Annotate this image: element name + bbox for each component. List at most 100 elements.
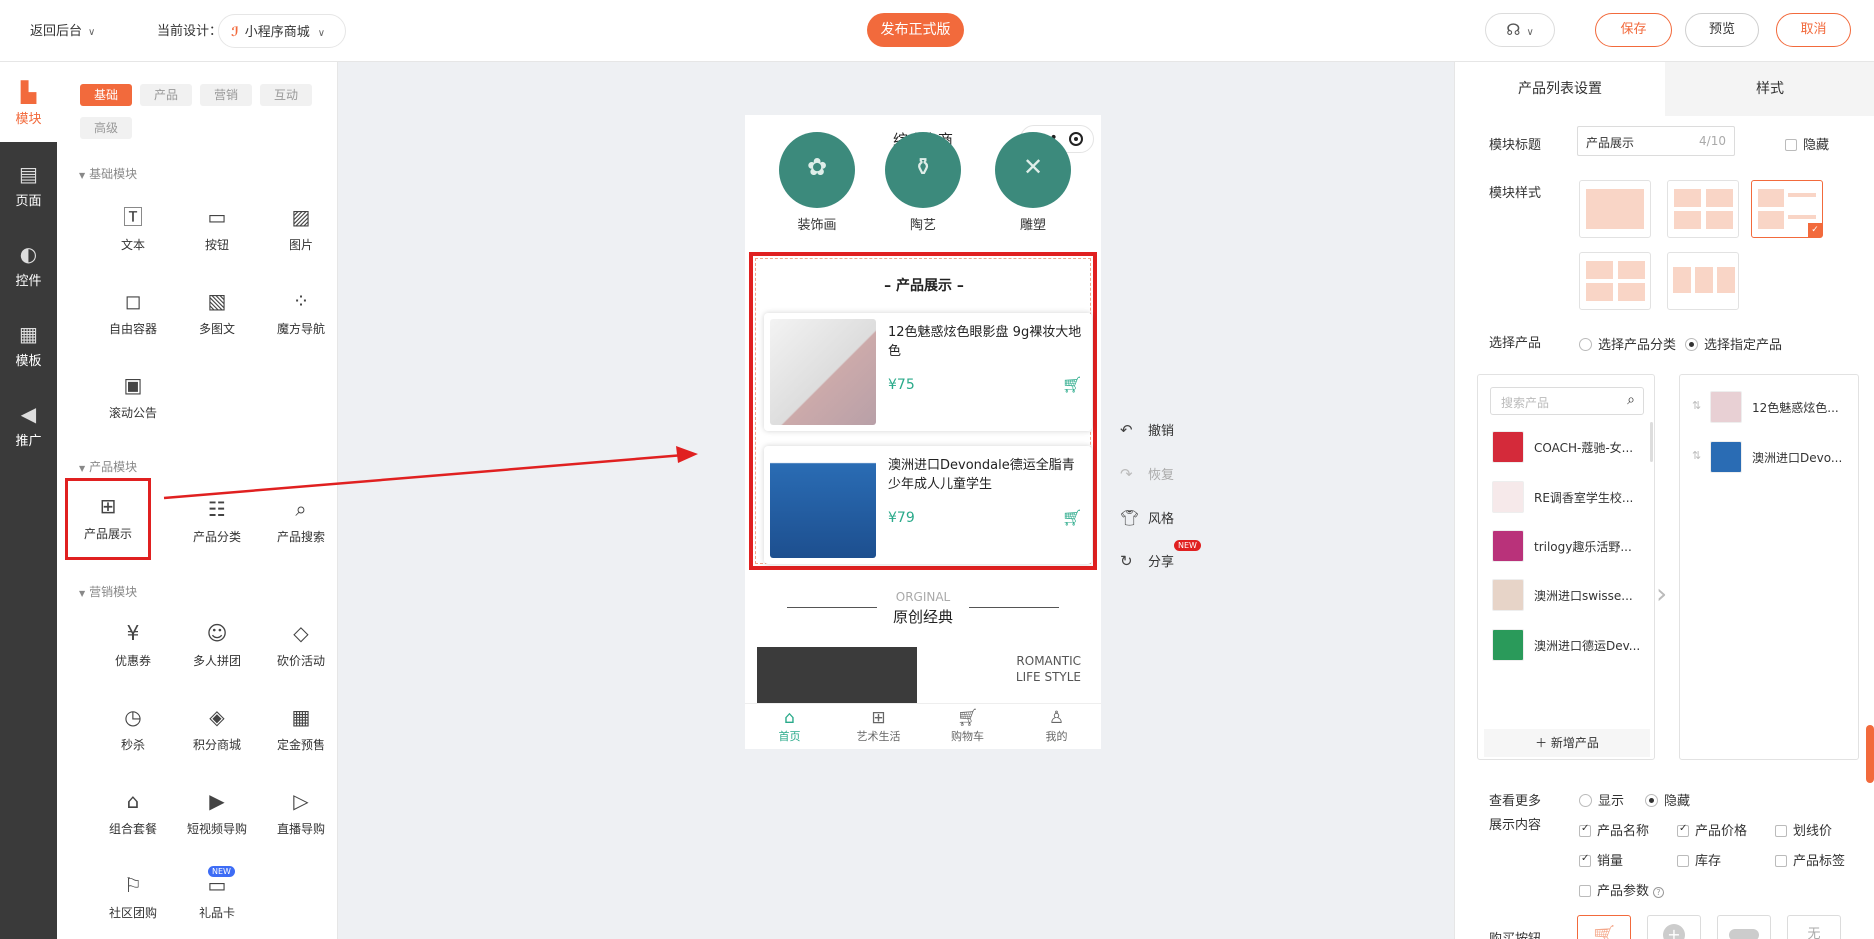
style-option-list[interactable]: ✓ [1751,180,1823,238]
panel-scrollbar[interactable] [1866,725,1874,783]
module-bargain[interactable]: ◇ 砍价活动 [261,620,341,669]
list-item[interactable]: RE调香室学生校... [1492,477,1652,517]
module-title-input[interactable]: 产品展示 4/10 [1577,126,1735,156]
section-title: 基础模块 [89,167,138,181]
module-magic-nav[interactable]: ⁘ 魔方导航 [261,288,341,337]
tab-mine[interactable]: ♙ 我的 [1012,708,1101,744]
module-gift-card[interactable]: ▭ 礼品卡 [177,872,257,921]
tab-product-list-settings[interactable]: 产品列表设置 [1455,62,1665,116]
section-title: 营销模块 [89,585,138,599]
tab-art-life[interactable]: ⊞ 艺术生活 [834,708,923,744]
product-search-input[interactable]: 搜索产品 ⌕ [1490,387,1644,415]
radio-select-by-category[interactable]: 选择产品分类 [1579,334,1676,353]
tab-marketing[interactable]: 营销 [200,84,252,106]
nav-item-templates[interactable]: ▦ 模板 [0,322,57,369]
chevron-right-icon[interactable]: › [1656,577,1667,610]
drag-handle-icon[interactable]: ⇅ [1692,399,1701,412]
module-group-buy[interactable]: ☺ 多人拼团 [177,620,257,669]
style-option-big-image[interactable] [1579,180,1651,238]
publish-button[interactable]: 发布正式版 [867,13,964,47]
support-dropdown[interactable]: ☊ ∨ [1485,13,1555,47]
product-display-section[interactable]: – 产品展示 – 12色魅惑炫色眼影盘 9g裸妆大地色 ¥75 🛒︎ 澳洲进口D… [749,252,1097,570]
option-sales[interactable]: 销量 [1579,850,1623,869]
module-deposit-presale[interactable]: ▦ 定金预售 [261,704,341,753]
nav-item-promotion[interactable]: ◀ 推广 [0,402,57,449]
module-text[interactable]: 🅃 文本 [93,204,173,253]
module-live-shopping[interactable]: ▷ 直播导购 [261,788,341,837]
hide-title-checkbox[interactable]: 隐藏 [1785,134,1829,153]
buy-style-none[interactable]: 无 [1787,915,1841,939]
option-strike-price[interactable]: 划线价 [1775,820,1832,839]
banner-image[interactable] [757,647,917,707]
option-product-price[interactable]: 产品价格 [1677,820,1747,839]
module-image[interactable]: ▨ 图片 [261,204,341,253]
list-scrollbar[interactable] [1650,422,1653,462]
list-item[interactable]: 澳洲进口德运Dev... [1492,625,1652,665]
preview-button[interactable]: 预览 [1685,13,1759,47]
drag-handle-icon[interactable]: ⇅ [1692,449,1701,462]
back-to-admin-dropdown[interactable]: 返回后台 ∨ [30,20,95,39]
module-product-search[interactable]: ⌕ 产品搜索 [261,496,341,545]
option-product-params[interactable]: 产品参数? [1579,880,1665,899]
tab-cart[interactable]: 🛒︎ 购物车 [923,708,1012,744]
cancel-button[interactable]: 取消 [1776,13,1851,47]
module-points-mall[interactable]: ◈ 积分商城 [177,704,257,753]
option-product-tag[interactable]: 产品标签 [1775,850,1845,869]
undo-button[interactable]: ↶ 撤销 [1120,420,1174,439]
module-multi-image-text[interactable]: ▧ 多图文 [177,288,257,337]
help-icon[interactable]: ? [1653,887,1665,898]
category-item[interactable]: ✿ 装饰画 [767,132,867,233]
tab-style[interactable]: 样式 [1665,62,1874,116]
product-card[interactable]: 12色魅惑炫色眼影盘 9g裸妆大地色 ¥75 🛒︎ [764,313,1092,431]
nav-item-pages[interactable]: ▤ 页面 [0,162,57,209]
module-coupon[interactable]: ¥ 优惠券 [93,620,173,669]
module-combo[interactable]: ⌂ 组合套餐 [93,788,173,837]
cart-icon[interactable]: 🛒︎ [1062,375,1082,394]
style-option-mixed[interactable] [1579,252,1651,310]
buy-style-pill[interactable] [1717,915,1771,939]
module-product-display[interactable]: ⊞ 产品展示 [65,478,151,560]
style-button[interactable]: 👕︎ 风格 [1120,508,1174,527]
add-product-button[interactable]: ＋ 新增产品 [1484,729,1650,757]
radio-view-more-hide[interactable]: 隐藏 [1645,790,1690,809]
module-product-category[interactable]: ☷ 产品分类 [177,496,257,545]
module-community-group[interactable]: ⚐ 社区团购 [93,872,173,921]
nav-item-modules[interactable]: ▙ 模块 [0,80,57,127]
current-design-select[interactable]: ℐ 小程序商城 ∨ [218,14,346,48]
module-flash-sale[interactable]: ◷ 秒杀 [93,704,173,753]
nav-item-controls[interactable]: ◐ 控件 [0,242,57,289]
module-scroll-notice[interactable]: ▣ 滚动公告 [93,372,173,421]
module-short-video[interactable]: ▶ 短视频导购 [177,788,257,837]
module-button[interactable]: ▭ 按钮 [177,204,257,253]
category-item[interactable]: ✕ 雕塑 [983,132,1083,233]
save-button[interactable]: 保存 [1595,13,1672,47]
option-product-name[interactable]: 产品名称 [1579,820,1649,839]
radio-view-more-show[interactable]: 显示 [1579,790,1624,809]
list-item[interactable]: 澳洲进口swisse... [1492,575,1652,615]
module-free-container[interactable]: ◻ 自由容器 [93,288,173,337]
tab-interaction[interactable]: 互动 [260,84,312,106]
section-marketing-header[interactable]: ▼ 营销模块 [79,583,137,600]
tab-basic[interactable]: 基础 [80,84,132,106]
category-item[interactable]: ⚱ 陶艺 [873,132,973,233]
radio-select-specific[interactable]: 选择指定产品 [1685,334,1782,353]
style-option-three-column[interactable] [1667,252,1739,310]
list-item[interactable]: trilogy趣乐活野... [1492,526,1652,566]
product-card[interactable]: 澳洲进口Devondale德运全脂青少年成人儿童学生 ¥79 🛒︎ [764,446,1092,564]
buy-style-cart[interactable]: 🛒︎✓ [1577,915,1631,939]
list-item[interactable]: COACH-蔻驰-女... [1492,427,1652,467]
list-item[interactable]: ⇅ 12色魅惑炫色... [1692,387,1852,427]
section-basic-header[interactable]: ▼ 基础模块 [79,165,137,182]
tab-product[interactable]: 产品 [140,84,192,106]
list-item[interactable]: ⇅ 澳洲进口Devo... [1692,437,1852,477]
cart-icon[interactable]: 🛒︎ [1062,508,1082,527]
redo-button[interactable]: ↷ 恢复 [1120,464,1174,483]
search-icon[interactable]: ⌕ [1627,392,1635,408]
style-option-two-column[interactable] [1667,180,1739,238]
tab-advanced[interactable]: 高级 [80,117,132,139]
option-stock[interactable]: 库存 [1677,850,1721,869]
section-product-header[interactable]: ▼ 产品模块 [79,458,137,475]
share-button[interactable]: ↻ 分享 [1120,551,1174,570]
buy-style-plus[interactable]: + [1647,915,1701,939]
tab-home[interactable]: ⌂ 首页 [745,708,834,744]
